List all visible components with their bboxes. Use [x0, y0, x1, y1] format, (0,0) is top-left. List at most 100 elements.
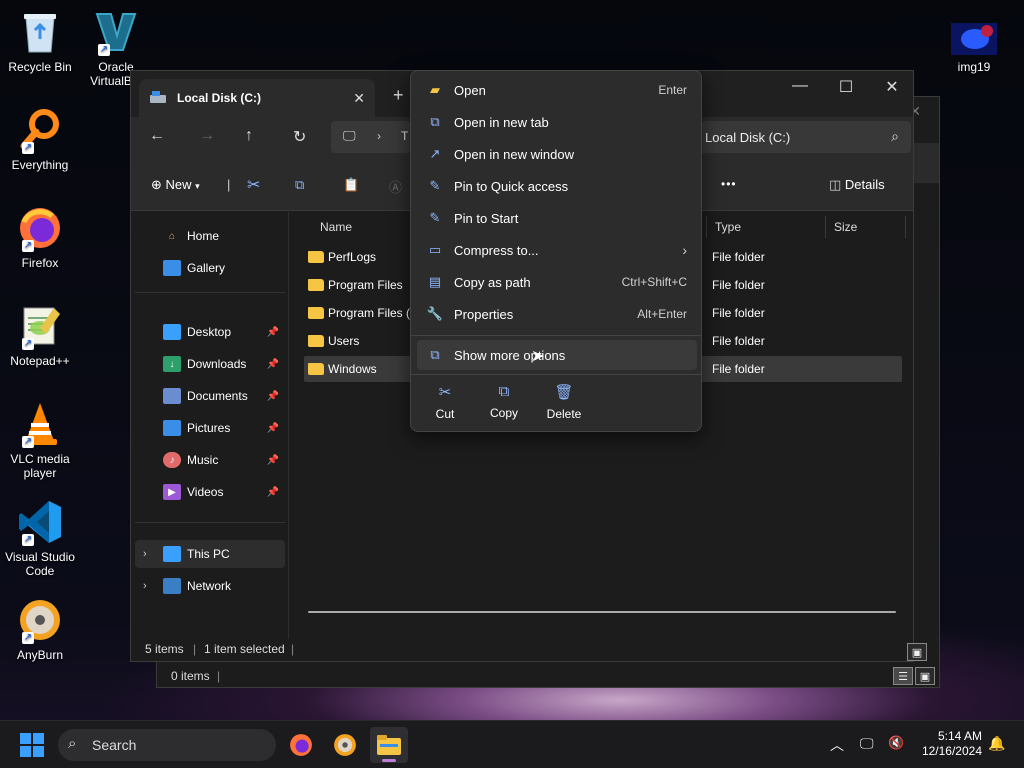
- menu-item-copy-as-path[interactable]: ▤ Copy as path Ctrl+Shift+C: [417, 267, 697, 297]
- taskbar-search-input[interactable]: ⌕ Search: [58, 729, 276, 761]
- file-type: File folder: [712, 362, 765, 376]
- back-arrow-icon[interactable]: ←: [149, 127, 165, 145]
- sidebar-item-pictures[interactable]: Pictures 📌: [135, 414, 285, 442]
- desktop-icon-firefox[interactable]: ↗ Firefox: [0, 204, 80, 270]
- copy-button[interactable]: ⧉ Copy: [479, 383, 529, 420]
- tiles-view-icon[interactable]: ▣: [907, 643, 927, 661]
- shortcut-arrow-icon: ↗: [22, 534, 34, 546]
- desktop-icon-label: Recycle Bin: [8, 60, 72, 74]
- menu-item-open-new-tab[interactable]: ⧉ Open in new tab: [417, 107, 697, 137]
- horizontal-scrollbar[interactable]: [308, 611, 896, 613]
- menu-item-open-new-window[interactable]: ↗ Open in new window: [417, 139, 697, 169]
- up-arrow-icon[interactable]: ↑: [245, 127, 253, 145]
- sidebar-item-this-pc[interactable]: › This PC: [135, 540, 285, 568]
- show-hidden-icons-chevron[interactable]: ︿: [830, 735, 844, 755]
- menu-item-show-more-options[interactable]: ⧉ Show more options ➤: [417, 340, 697, 370]
- address-segment[interactable]: T: [401, 129, 408, 143]
- pin-icon[interactable]: 📌: [267, 359, 279, 370]
- maximize-icon[interactable]: ☐: [823, 77, 869, 97]
- menu-item-pin-quick-access[interactable]: ✎ Pin to Quick access: [417, 171, 697, 201]
- desktop-icon-img19[interactable]: img19: [934, 22, 1014, 74]
- column-header-name[interactable]: Name: [312, 216, 412, 238]
- status-divider: |: [193, 642, 197, 656]
- menu-item-shortcut: Ctrl+Shift+C: [621, 275, 687, 289]
- menu-item-label: Open: [454, 82, 486, 98]
- pin-icon[interactable]: 📌: [267, 391, 279, 402]
- sidebar-item-desktop[interactable]: Desktop 📌: [135, 318, 285, 346]
- desktop-icon-vscode[interactable]: ↗ Visual Studio Code: [0, 498, 80, 578]
- copy-icon[interactable]: ⧉: [295, 177, 304, 193]
- details-view-icon[interactable]: ☰: [893, 667, 913, 685]
- image-thumbnail-icon: [951, 22, 997, 56]
- close-window-icon[interactable]: ✕: [869, 77, 915, 97]
- taskbar-file-explorer-icon[interactable]: [370, 727, 408, 763]
- address-input[interactable]: 🖵 › T: [331, 121, 411, 153]
- desktop-icon-everything[interactable]: ↗ Everything: [0, 106, 80, 172]
- desktop-icon-anyburn[interactable]: ↗ AnyBurn: [0, 596, 80, 662]
- volume-muted-icon[interactable]: 🔇: [888, 735, 904, 751]
- vscode-icon: ↗: [16, 498, 64, 546]
- menu-item-pin-start[interactable]: ✎ Pin to Start: [417, 203, 697, 233]
- menu-item-compress[interactable]: ▭ Compress to... ›: [417, 235, 697, 265]
- quick-action-label: Delete: [546, 407, 582, 421]
- rename-icon[interactable]: Ⓐ: [389, 177, 402, 196]
- refresh-icon[interactable]: ↻: [293, 127, 306, 147]
- sidebar-item-documents[interactable]: Documents 📌: [135, 382, 285, 410]
- status-divider: |: [291, 642, 295, 656]
- pin-icon[interactable]: 📌: [267, 487, 279, 498]
- see-more-button[interactable]: •••: [721, 177, 737, 191]
- column-label: Name: [320, 220, 353, 234]
- sidebar-item-home[interactable]: ⌂ Home: [135, 222, 285, 250]
- sidebar-item-gallery[interactable]: Gallery: [135, 254, 285, 282]
- menu-item-label: Pin to Start: [454, 210, 519, 226]
- close-tab-icon[interactable]: ✕: [353, 90, 365, 107]
- sidebar-item-videos[interactable]: ▶ Videos 📌: [135, 478, 285, 506]
- sidebar-item-network[interactable]: › Network: [135, 572, 285, 600]
- new-button[interactable]: ⊕ New ▾: [151, 177, 200, 193]
- sidebar-item-downloads[interactable]: ↓ Downloads 📌: [135, 350, 285, 378]
- sidebar-item-label: Downloads: [187, 357, 247, 371]
- shortcut-arrow-icon: ↗: [22, 240, 34, 252]
- pin-icon[interactable]: 📌: [267, 423, 279, 434]
- taskbar-firefox-icon[interactable]: [282, 727, 320, 763]
- tiles-view-icon[interactable]: ▣: [915, 667, 935, 685]
- chevron-right-icon[interactable]: ›: [143, 580, 147, 592]
- notification-bell-icon[interactable]: 🔔: [988, 735, 1005, 752]
- desktop-icon-recycle-bin[interactable]: Recycle Bin: [0, 8, 80, 74]
- menu-item-label: Compress to...: [454, 242, 539, 258]
- folder-icon: [308, 307, 324, 319]
- chevron-right-icon: ›: [377, 129, 381, 143]
- forward-arrow-icon[interactable]: →: [199, 127, 215, 145]
- taskbar-anyburn-icon[interactable]: [326, 727, 364, 763]
- minimize-icon[interactable]: —: [777, 77, 823, 95]
- desktop-icon-notepadpp[interactable]: ↗ Notepad++: [0, 302, 80, 368]
- menu-item-open[interactable]: ▰ Open Enter: [417, 75, 697, 105]
- network-display-icon[interactable]: 🖵: [860, 735, 874, 752]
- pin-icon[interactable]: 📌: [267, 455, 279, 466]
- windows-start-icon[interactable]: [20, 733, 44, 757]
- tab-local-disk[interactable]: Local Disk (C:) ✕: [139, 79, 375, 117]
- everything-magnifier-icon: ↗: [16, 106, 64, 154]
- search-input[interactable]: Local Disk (C:) ⌕: [693, 121, 911, 153]
- details-button[interactable]: ◫ Details: [829, 177, 885, 193]
- sidebar-item-music[interactable]: ♪ Music 📌: [135, 446, 285, 474]
- status-selection: 1 item selected: [204, 642, 285, 656]
- cut-button[interactable]: ✂ Cut: [420, 383, 470, 421]
- menu-item-properties[interactable]: 🔧 Properties Alt+Enter: [417, 299, 697, 329]
- sidebar-item-label: Music: [187, 453, 219, 467]
- chevron-right-icon[interactable]: ›: [143, 548, 147, 560]
- navigation-pane: ⌂ Home Gallery Desktop 📌 ↓ Downloads 📌 D…: [131, 212, 289, 641]
- documents-icon: [163, 388, 181, 404]
- computer-icon: [163, 546, 181, 562]
- column-header-size[interactable]: Size: [826, 216, 906, 238]
- virtualbox-icon: ↗: [92, 8, 140, 56]
- desktop-icon-vlc[interactable]: ↗ VLC media player: [0, 400, 80, 480]
- new-tab-button[interactable]: +: [393, 85, 404, 106]
- cut-icon[interactable]: ✂: [247, 175, 260, 195]
- delete-button[interactable]: 🗑 Delete: [539, 383, 589, 421]
- pin-icon[interactable]: 📌: [267, 327, 279, 338]
- paste-icon[interactable]: 📋: [343, 177, 359, 193]
- column-header-type[interactable]: Type: [706, 216, 826, 238]
- column-label: Size: [834, 220, 858, 234]
- system-clock[interactable]: 5:14 AM 12/16/2024: [922, 729, 982, 759]
